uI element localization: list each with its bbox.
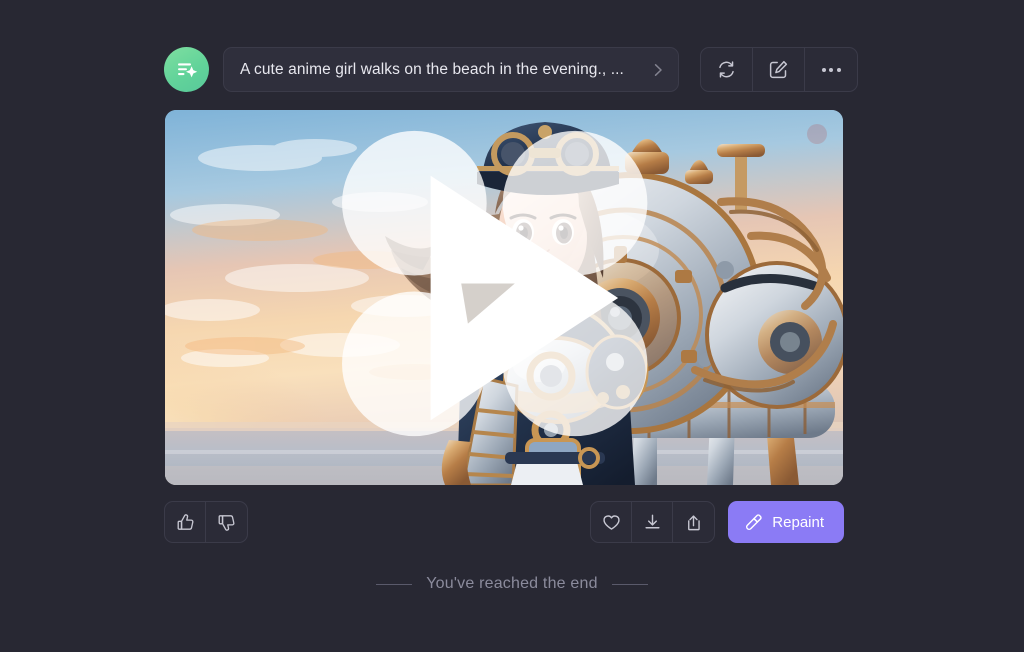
thumbs-up-button[interactable]	[165, 502, 206, 542]
heart-icon	[603, 514, 620, 530]
thumbs-down-button[interactable]	[206, 502, 247, 542]
brush-icon	[746, 513, 762, 530]
prompt-sparkle-icon	[164, 47, 209, 92]
thumbs-up-icon	[177, 513, 193, 530]
end-divider-right	[611, 583, 648, 585]
prompt-row: A cute anime girl walks on the beach in …	[164, 47, 858, 92]
app-root: A cute anime girl walks on the beach in …	[0, 0, 1024, 652]
edit-square-icon	[769, 60, 788, 79]
end-marker: You've reached the end	[0, 575, 1024, 593]
media-preview[interactable]	[165, 110, 843, 485]
share-button[interactable]	[673, 502, 714, 542]
end-divider-left	[376, 583, 413, 585]
download-icon	[645, 514, 660, 528]
favorite-button[interactable]	[591, 502, 633, 542]
download-button[interactable]	[632, 502, 674, 542]
edit-button[interactable]	[753, 48, 805, 91]
media-artwork	[165, 110, 843, 485]
ellipsis-icon	[821, 67, 841, 72]
chevron-right-icon	[654, 63, 662, 76]
action-bar: Repaint	[164, 500, 844, 544]
repaint-label: Repaint	[772, 513, 824, 531]
feedback-group	[164, 501, 248, 543]
repaint-button[interactable]: Repaint	[728, 501, 844, 543]
media-action-group	[590, 501, 716, 543]
end-marker-text: You've reached the end	[426, 575, 598, 592]
prompt-text: A cute anime girl walks on the beach in …	[240, 60, 624, 78]
regenerate-button[interactable]	[701, 48, 753, 91]
share-icon	[688, 514, 701, 530]
header-action-group	[700, 47, 858, 92]
refresh-icon	[719, 61, 734, 78]
thumbs-down-icon	[218, 514, 235, 531]
prompt-bar[interactable]: A cute anime girl walks on the beach in …	[223, 47, 679, 92]
more-options-button[interactable]	[805, 48, 857, 91]
